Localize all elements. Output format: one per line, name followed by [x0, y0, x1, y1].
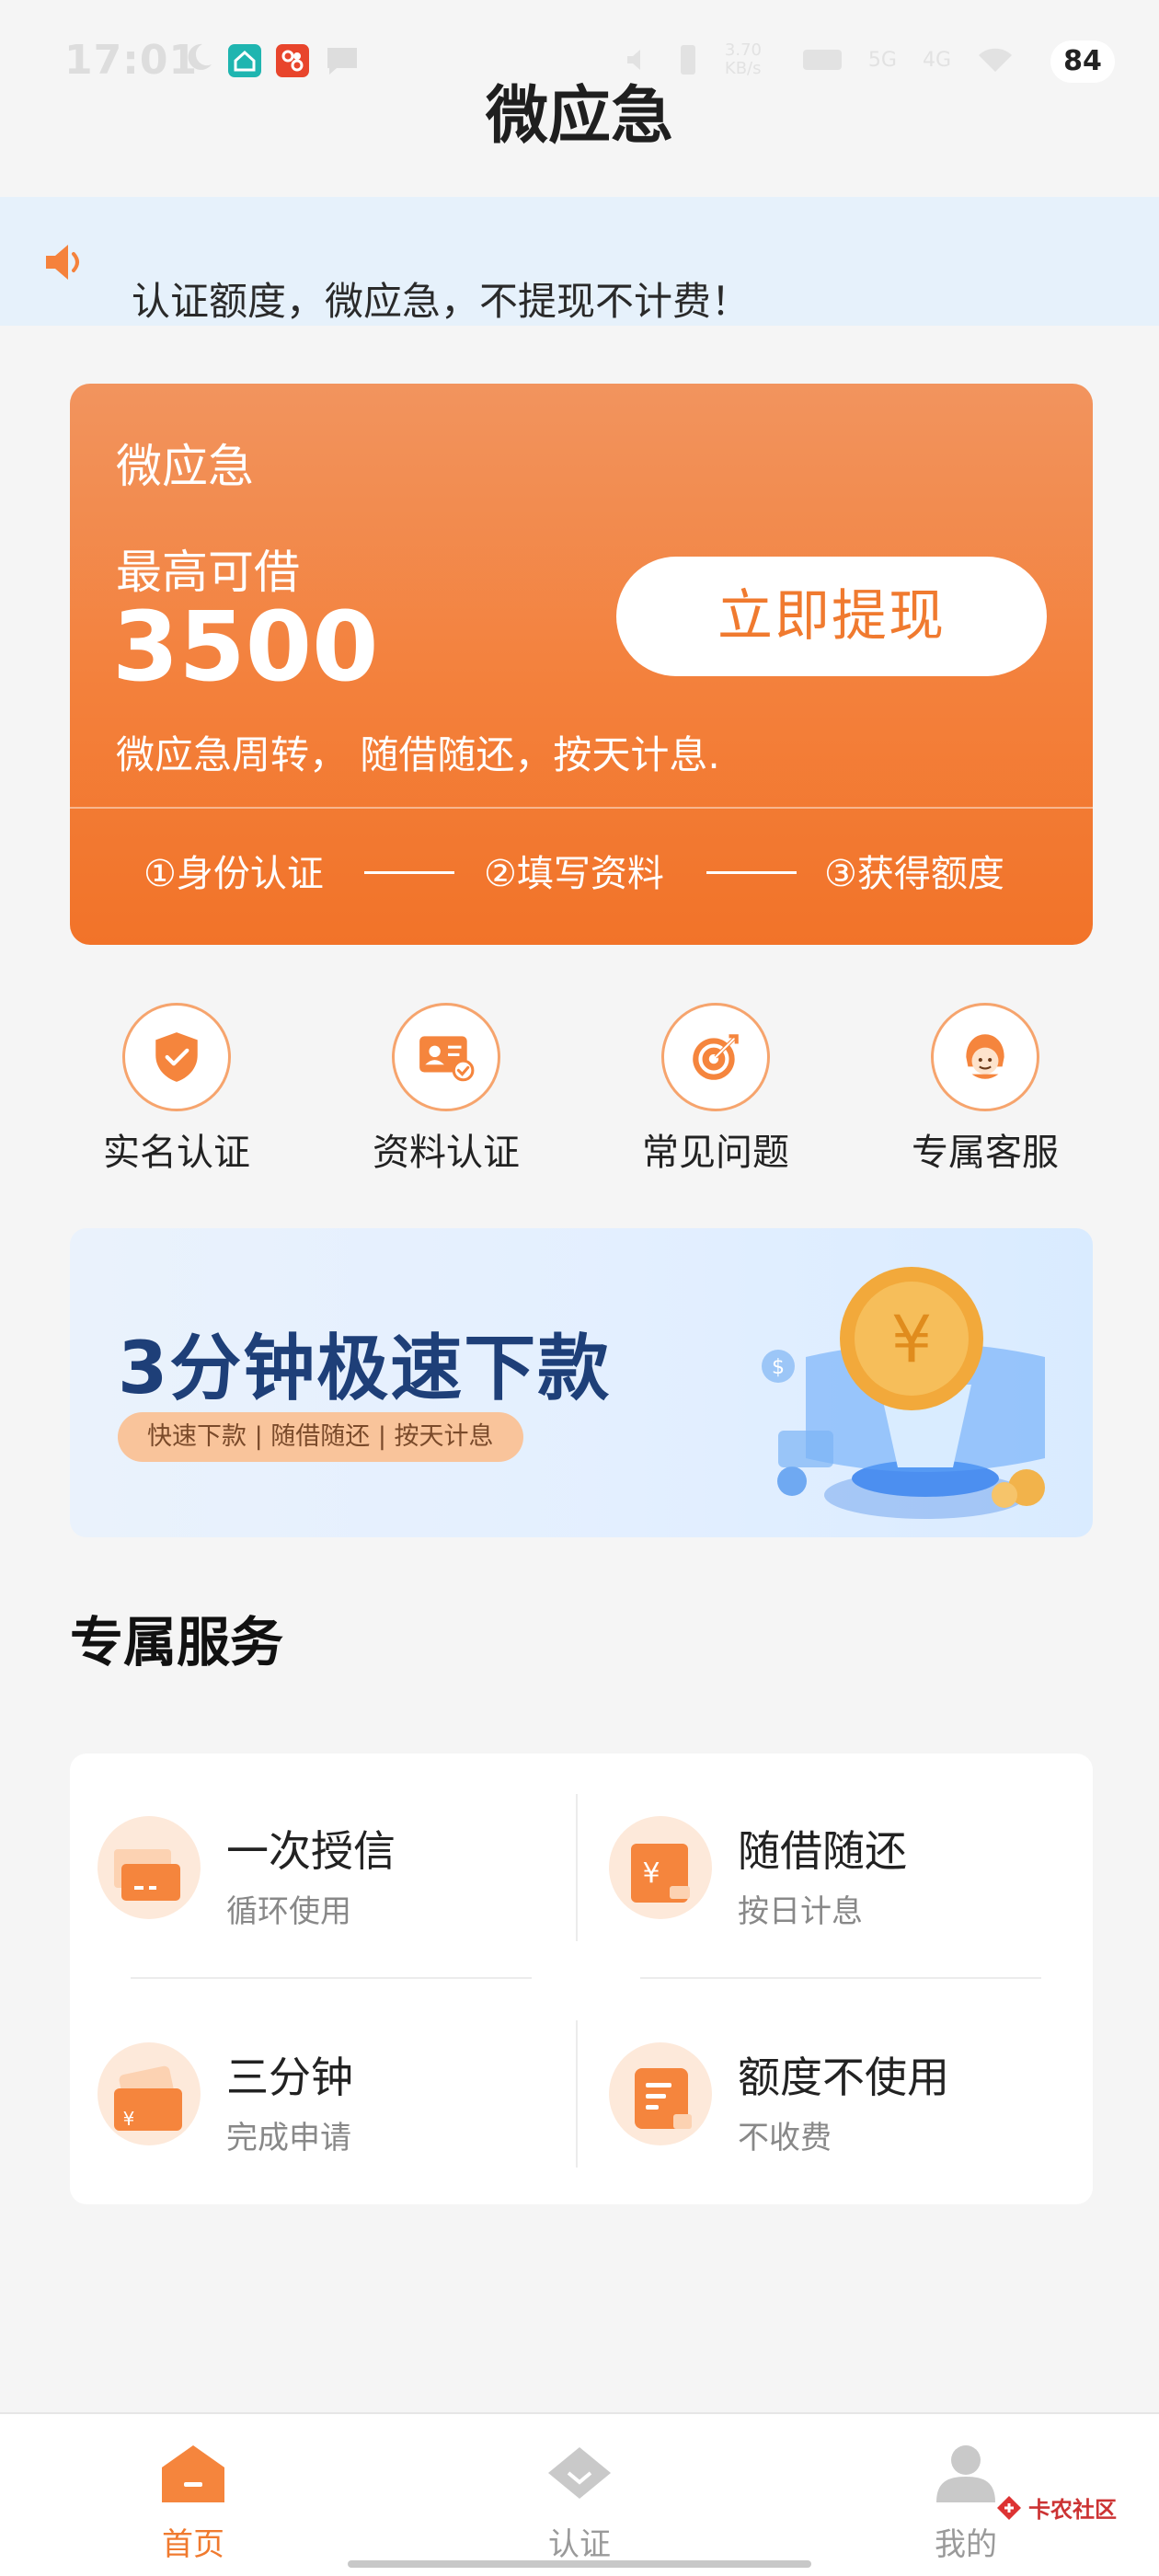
- promo-banner[interactable]: 3分钟极速下款 快速下款 | 随借随还 | 按天计息 ¥ $: [70, 1228, 1093, 1537]
- service-subtitle: 循环使用: [226, 1893, 351, 1930]
- page-title: 微应急: [485, 80, 673, 153]
- service-subtitle: 按日计息: [738, 1893, 863, 1930]
- user-icon: [936, 2445, 995, 2502]
- watermark-text: 卡农社区: [1028, 2497, 1117, 2523]
- tab-home[interactable]: 首页: [110, 2442, 276, 2564]
- shield-check-icon: [155, 1032, 198, 1082]
- quick-action-label: 资料认证: [373, 1132, 520, 1174]
- yuan-note-icon: ¥: [609, 1816, 712, 1919]
- withdraw-button[interactable]: 立即提现: [616, 557, 1047, 676]
- service-item-no-fee[interactable]: 额度不使用 不收费: [581, 2017, 1060, 2173]
- service-subtitle: 完成申请: [226, 2120, 351, 2156]
- watermark-logo-icon: [997, 2495, 1021, 2520]
- notice-bar: 认证额度，微应急，不提现不计费！: [0, 197, 1159, 326]
- column-divider: [576, 2020, 578, 2168]
- tab-label: 我的: [935, 2526, 997, 2563]
- card-divider: [70, 807, 1093, 809]
- diamond-icon: [548, 2447, 611, 2499]
- step-quota: ③获得额度: [824, 853, 1004, 895]
- svg-text:$: $: [772, 1356, 785, 1379]
- svg-text:¥: ¥: [891, 1302, 933, 1377]
- loan-description: 微应急周转， 随借随还，按天计息.: [116, 732, 720, 777]
- quick-action-service[interactable]: 专属客服: [875, 1003, 1096, 1176]
- banner-tags: 快速下款 | 随借随还 | 按天计息: [118, 1412, 523, 1462]
- watermark: 卡农社区: [995, 2491, 1117, 2524]
- step-connector: [364, 871, 454, 874]
- service-title: 一次授信: [226, 1826, 396, 1876]
- service-item-flexible[interactable]: ¥ 随借随还 按日计息: [581, 1790, 1060, 1947]
- customer-service-icon: [966, 1034, 1004, 1079]
- coin-illustration-icon: ¥ $: [762, 1267, 1045, 1519]
- services-title: 专属服务: [70, 1611, 284, 1673]
- step-info: ②填写资料: [484, 853, 664, 895]
- banner-title: 3分钟极速下款: [118, 1328, 612, 1410]
- service-subtitle: 不收费: [738, 2120, 832, 2156]
- quick-action-profile[interactable]: 资料认证: [336, 1003, 557, 1176]
- max-amount-value: 3500: [112, 591, 379, 703]
- column-divider: [576, 1794, 578, 1941]
- row-divider: [640, 1977, 1041, 1979]
- service-title: 随借随还: [738, 1826, 907, 1876]
- service-title: 三分钟: [226, 2053, 353, 2102]
- svg-text:¥: ¥: [123, 2108, 135, 2130]
- quick-action-realname[interactable]: 实名认证: [66, 1003, 287, 1176]
- svg-text:¥: ¥: [642, 1857, 660, 1890]
- service-title: 额度不使用: [738, 2053, 949, 2102]
- wallet-icon: ¥: [98, 2042, 201, 2145]
- quick-action-label: 实名认证: [103, 1132, 250, 1174]
- loan-brand: 微应急: [116, 440, 254, 493]
- step-identity: ①身份认证: [143, 853, 324, 895]
- service-item-credit[interactable]: 一次授信 循环使用: [70, 1790, 548, 1947]
- bottom-tab-bar: 首页 认证 我的: [0, 2412, 1159, 2576]
- step-connector: [706, 871, 797, 874]
- quick-action-faq[interactable]: 常见问题: [605, 1003, 826, 1176]
- notice-text: 认证额度，微应急，不提现不计费！: [132, 279, 751, 324]
- tab-label: 首页: [162, 2526, 224, 2563]
- home-indicator: [348, 2560, 811, 2568]
- tab-verify[interactable]: 认证: [497, 2442, 662, 2564]
- row-divider: [131, 1977, 532, 1979]
- target-icon: [693, 1034, 739, 1080]
- quick-action-label: 常见问题: [642, 1132, 789, 1174]
- id-card-icon: [419, 1036, 475, 1082]
- speaker-icon: [46, 245, 79, 280]
- quick-action-label: 专属客服: [912, 1132, 1059, 1174]
- home-icon: [162, 2445, 224, 2502]
- loan-card: 微应急 最高可借 3500 立即提现 微应急周转， 随借随还，按天计息. ①身份…: [70, 384, 1093, 945]
- tab-label: 认证: [548, 2526, 611, 2563]
- service-item-three-min[interactable]: ¥ 三分钟 完成申请: [70, 2017, 548, 2173]
- services-card: 一次授信 循环使用 ¥ 随借随还 按日计息 ¥ 三分钟 完成申请 额度不使用 不…: [70, 1754, 1093, 2204]
- steps-row: ①身份认证 ②填写资料 ③获得额度: [70, 844, 1093, 899]
- card-icon: [98, 1816, 201, 1919]
- quick-actions: 实名认证 资料认证 常见问题 专属客服: [0, 1003, 1159, 1178]
- document-icon: [609, 2042, 712, 2145]
